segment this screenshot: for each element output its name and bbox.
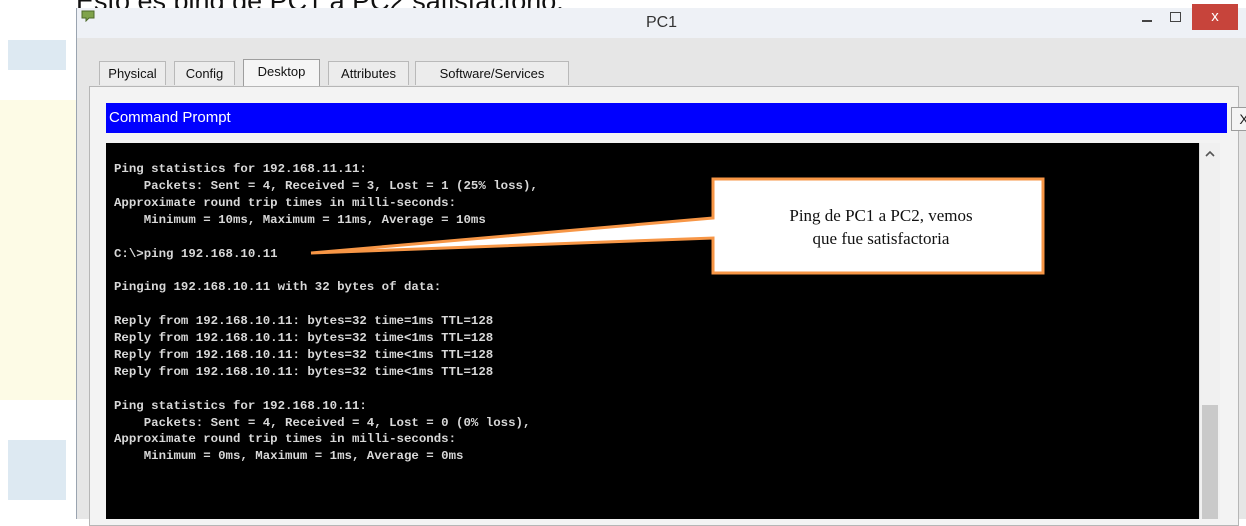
terminal-line: Reply from 192.168.10.11: bytes=32 time<…: [114, 331, 494, 345]
terminal-line: Approximate round trip times in milli-se…: [114, 432, 457, 447]
terminal-line: Reply from 192.168.10.11: bytes=32 time=…: [114, 314, 494, 329]
window-title: PC1: [645, 14, 678, 31]
scroll-up-arrow-icon[interactable]: [1204, 149, 1216, 159]
terminal-line: Packets: Sent = 4, Received = 3, Lost = …: [114, 178, 538, 193]
callout-line-2: que fue satisfactoria: [812, 229, 950, 248]
maximize-button[interactable]: [1162, 8, 1188, 28]
scrollbar-thumb[interactable]: [1202, 405, 1218, 519]
background-band: [8, 40, 66, 70]
minimize-button[interactable]: [1134, 8, 1160, 28]
terminal-line: Reply from 192.168.10.11: bytes=32 time<…: [114, 347, 494, 362]
terminal-line: Minimum = 10ms, Maximum = 11ms, Average …: [114, 212, 486, 227]
tab-attributes[interactable]: Attributes: [328, 61, 409, 85]
terminal-output[interactable]: Ping statistics for 192.168.11.11: Packe…: [106, 143, 1199, 519]
tab-software-services[interactable]: Software/Services: [415, 61, 569, 85]
terminal-line: Ping statistics for 192.168.10.11:: [114, 398, 367, 413]
command-prompt-close-button[interactable]: X: [1231, 107, 1246, 131]
terminal-line: Ping statistics for 192.168.11.11:: [114, 162, 367, 176]
terminal-scrollbar[interactable]: [1199, 143, 1220, 519]
tab-desktop[interactable]: Desktop: [243, 59, 320, 86]
terminal-line: Pinging 192.168.10.11 with 32 bytes of d…: [114, 280, 442, 295]
terminal-line: Minimum = 0ms, Maximum = 1ms, Average = …: [114, 449, 464, 464]
background-highlight: [0, 100, 76, 400]
terminal-line: Packets: Sent = 4, Received = 4, Lost = …: [114, 415, 531, 430]
tab-config[interactable]: Config: [174, 61, 235, 85]
title-bar[interactable]: PC1 x: [77, 4, 1246, 38]
pc1-window: PC1 x Physical Config Desktop Attributes…: [76, 4, 1246, 526]
terminal-line: C:\>ping 192.168.10.11: [114, 246, 278, 261]
close-window-button[interactable]: x: [1192, 4, 1238, 30]
terminal-line: Approximate round trip times in milli-se…: [114, 195, 457, 210]
callout-line-1: Ping de PC1 a PC2, vemos: [789, 206, 973, 225]
background-document: [0, 0, 80, 519]
background-band: [8, 440, 66, 500]
command-prompt-title: Command Prompt: [106, 103, 1227, 133]
tab-physical[interactable]: Physical: [99, 61, 166, 85]
callout-text: Ping de PC1 a PC2, vemos que fue satisfa…: [720, 204, 1042, 250]
terminal-line: Reply from 192.168.10.11: bytes=32 time<…: [114, 364, 494, 379]
